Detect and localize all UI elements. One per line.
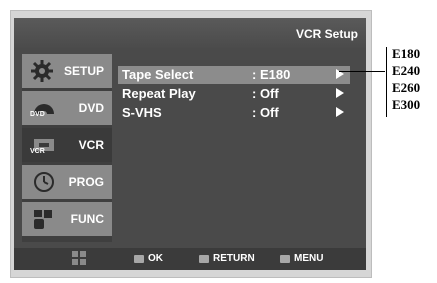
clock-icon [30,170,58,194]
sidebar-item-label: FUNC [70,212,104,226]
sidebar-item-label: DVD [78,101,104,115]
sidebar-item-prog[interactable]: PROG [22,165,112,199]
tape-select-options: E180 E240 E260 E300 [392,45,420,113]
menu-item-value: : Off [252,86,279,101]
option-e260: E260 [392,80,421,95]
sidebar-item-func[interactable]: FUNC [22,202,112,236]
sidebar-item-label: SETUP [63,64,104,78]
page-title: VCR Setup [295,27,358,41]
ok-label: OK [148,253,163,264]
callout-bracket [386,47,387,117]
right-arrow-icon [336,88,344,98]
hand-icon [30,207,58,231]
sidebar-item-dvd[interactable]: DVD DVD [22,91,112,125]
disc-icon-text: DVD [30,111,45,118]
menu-label: MENU [294,253,324,264]
menu-item-name: Tape Select [122,67,194,82]
callout-line [339,71,385,72]
vcr-icon-text: VCR [30,148,45,155]
osd-screen: VCR Setup SETUP DVD DVD VCR VCR PROG FUN… [14,18,366,270]
return-hint: RETURN [199,253,255,264]
return-icon [199,254,209,263]
menu-item-name: Repeat Play [122,86,196,101]
menu-item-value: : E180 [252,67,291,82]
menu-row-tape-select[interactable]: Tape Select : E180 [118,66,350,84]
sidebar-item-vcr[interactable]: VCR VCR [22,128,112,162]
bottom-bar: OK RETURN MENU [14,248,366,270]
menu-item-name: S-VHS [122,105,162,120]
sidebar-item-label: PROG [68,175,104,189]
menu-content: Tape Select : E180 Repeat Play : Off S-V… [118,54,358,242]
dpad-icon [72,251,86,265]
option-e240: E240 [392,63,421,78]
top-bar: VCR Setup [14,18,366,48]
ok-icon [134,254,144,263]
menu-row-repeat-play[interactable]: Repeat Play : Off [118,85,350,103]
option-e180: E180 [392,46,421,61]
ok-hint: OK [134,253,163,264]
right-arrow-icon [336,107,344,117]
sidebar-item-setup[interactable]: SETUP [22,54,112,88]
sidebar-item-label: VCR [78,138,104,152]
menu-icon [280,254,290,263]
return-label: RETURN [213,253,255,264]
menu-hint: MENU [280,253,323,264]
option-e300: E300 [392,97,421,112]
menu-row-s-vhs[interactable]: S-VHS : Off [118,104,350,122]
gear-icon [30,59,58,83]
menu-item-value: : Off [252,105,279,120]
